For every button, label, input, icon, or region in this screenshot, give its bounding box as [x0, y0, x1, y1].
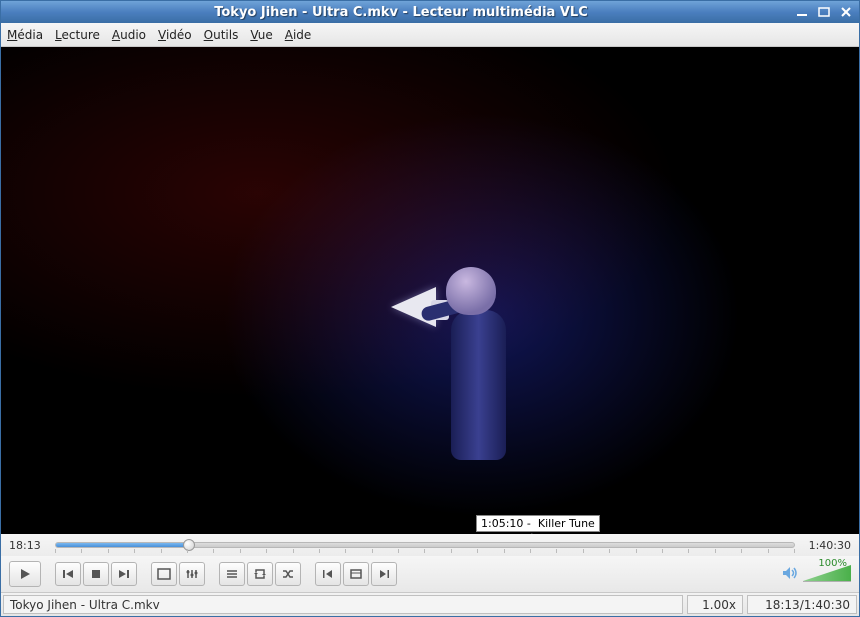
window-title: Tokyo Jihen - Ultra C.mkv - Lecteur mult…: [7, 5, 795, 20]
video-content: [401, 262, 541, 502]
elapsed-time[interactable]: 18:13: [9, 539, 49, 552]
menu-nav-button[interactable]: [343, 562, 369, 586]
menu-audio[interactable]: Audio: [112, 28, 146, 42]
menu-video[interactable]: Vidéo: [158, 28, 192, 42]
speaker-icon[interactable]: [781, 565, 799, 584]
prev-track-button[interactable]: [55, 562, 81, 586]
playlist-button[interactable]: [219, 562, 245, 586]
statusbar: Tokyo Jihen - Ultra C.mkv 1.00x 18:13/1:…: [1, 592, 859, 616]
fullscreen-button[interactable]: [151, 562, 177, 586]
video-area[interactable]: 1:05:10 - Killer Tune: [1, 47, 859, 534]
window-controls: [795, 6, 853, 18]
seek-tooltip: 1:05:10 - Killer Tune: [476, 515, 600, 532]
minimize-icon[interactable]: [795, 7, 809, 17]
volume-percent: 100%: [818, 558, 847, 569]
menu-outils[interactable]: Outils: [204, 28, 239, 42]
shuffle-button[interactable]: [275, 562, 301, 586]
menu-lecture[interactable]: Lecture: [55, 28, 100, 42]
next-track-button[interactable]: [111, 562, 137, 586]
loop-button[interactable]: [247, 562, 273, 586]
maximize-icon[interactable]: [817, 6, 831, 18]
video-frame: [1, 47, 859, 534]
status-time[interactable]: 18:13/1:40:30: [747, 595, 857, 614]
controls-row: 100%: [1, 556, 859, 592]
volume-control[interactable]: 100%: [781, 565, 851, 584]
status-speed[interactable]: 1.00x: [687, 595, 743, 614]
close-icon[interactable]: [839, 6, 853, 18]
seek-row: 18:13 1:40:30: [1, 534, 859, 556]
total-time[interactable]: 1:40:30: [801, 539, 851, 552]
seek-fill: [56, 543, 190, 547]
seekbar[interactable]: [55, 539, 795, 551]
status-filename: Tokyo Jihen - Ultra C.mkv: [3, 595, 683, 614]
stop-button[interactable]: [83, 562, 109, 586]
next-chapter-button[interactable]: [371, 562, 397, 586]
play-button[interactable]: [9, 561, 41, 587]
seek-ticks: [55, 549, 795, 553]
menubar: Média Lecture Audio Vidéo Outils Vue Aid…: [1, 23, 859, 47]
titlebar[interactable]: Tokyo Jihen - Ultra C.mkv - Lecteur mult…: [1, 1, 859, 23]
menu-vue[interactable]: Vue: [250, 28, 272, 42]
menu-media[interactable]: Média: [7, 28, 43, 42]
extended-settings-button[interactable]: [179, 562, 205, 586]
prev-chapter-button[interactable]: [315, 562, 341, 586]
menu-aide[interactable]: Aide: [285, 28, 312, 42]
